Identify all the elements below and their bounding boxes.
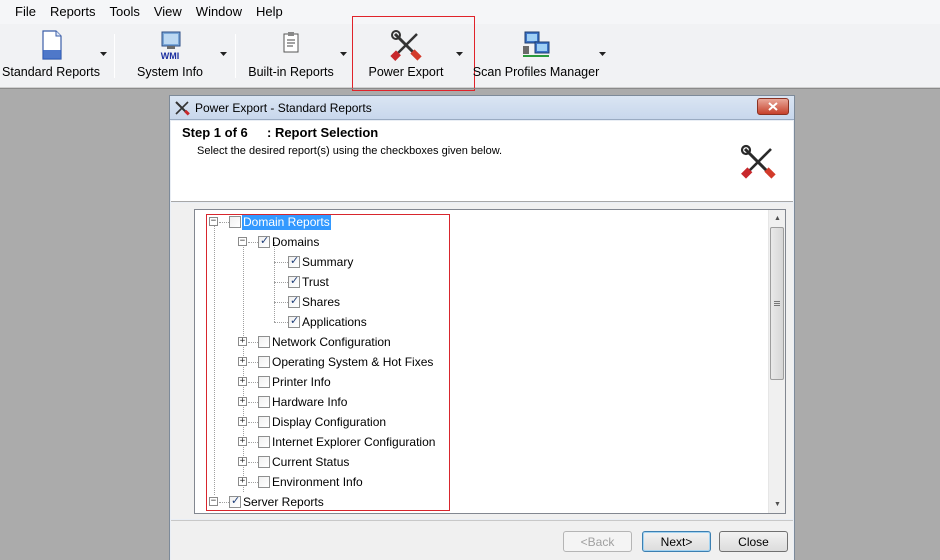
menu-window[interactable]: Window bbox=[189, 0, 249, 24]
workspace-border bbox=[0, 88, 940, 89]
scroll-up-arrow-icon[interactable]: ▲ bbox=[769, 210, 785, 227]
menu-tools[interactable]: Tools bbox=[102, 0, 146, 24]
step-indicator: Step 1 of 6 bbox=[182, 125, 248, 140]
dialog-title: Power Export - Standard Reports bbox=[195, 100, 372, 115]
document-icon bbox=[42, 30, 62, 60]
grip-icon bbox=[774, 301, 780, 306]
chevron-down-icon[interactable] bbox=[220, 52, 227, 57]
wmi-icon: WMI bbox=[161, 31, 181, 61]
back-button[interactable]: <Back bbox=[563, 531, 632, 552]
menu-help[interactable]: Help bbox=[249, 0, 290, 24]
chevron-down-icon[interactable] bbox=[100, 52, 107, 57]
scan-profiles-manager-button[interactable]: Scan Profiles Manager bbox=[472, 24, 600, 86]
scrollbar-thumb[interactable] bbox=[770, 227, 784, 380]
report-tree[interactable]: − Domain Reports − Domains Summary Trust… bbox=[194, 209, 786, 514]
built-in-reports-label: Built-in Reports bbox=[248, 65, 334, 79]
menu-file[interactable]: File bbox=[8, 0, 43, 24]
step-description: Select the desired report(s) using the c… bbox=[197, 145, 503, 157]
scroll-down-arrow-icon[interactable]: ▼ bbox=[769, 496, 785, 513]
wizard-header: Step 1 of 6 : Report Selection Select th… bbox=[171, 121, 793, 202]
wrench-screwdriver-icon bbox=[740, 144, 776, 179]
chevron-down-icon[interactable] bbox=[340, 52, 347, 57]
standard-reports-label: Standard Reports bbox=[2, 65, 100, 79]
power-export-highlight bbox=[352, 16, 475, 91]
system-info-button[interactable]: WMI System Info bbox=[131, 24, 209, 86]
toolbar: Standard Reports WMI System Info Built-i… bbox=[0, 16, 940, 91]
dialog-titlebar[interactable]: Power Export - Standard Reports bbox=[170, 96, 794, 120]
power-export-dialog: Power Export - Standard Reports Step 1 o… bbox=[169, 95, 795, 560]
menu-view[interactable]: View bbox=[147, 0, 189, 24]
tree-scrollbar[interactable]: ▲ ▼ bbox=[768, 210, 785, 513]
toolbar-separator bbox=[114, 34, 115, 78]
toolbar-separator bbox=[235, 34, 236, 78]
wizard-body: − Domain Reports − Domains Summary Trust… bbox=[171, 203, 793, 519]
close-icon bbox=[768, 102, 778, 111]
built-in-reports-button[interactable]: Built-in Reports bbox=[247, 24, 335, 86]
standard-reports-button[interactable]: Standard Reports bbox=[2, 24, 100, 86]
menu-reports[interactable]: Reports bbox=[43, 0, 103, 24]
next-button[interactable]: Next> bbox=[642, 531, 711, 552]
step-title: : Report Selection bbox=[267, 125, 379, 140]
wrench-screwdriver-icon bbox=[175, 100, 190, 116]
clipboard-report-icon bbox=[283, 32, 299, 53]
close-button[interactable]: Close bbox=[719, 531, 788, 552]
network-computers-icon bbox=[523, 31, 550, 57]
selection-highlight-box bbox=[206, 214, 450, 511]
wizard-footer: <Back Next> Close bbox=[171, 520, 793, 560]
dialog-close-button[interactable] bbox=[757, 98, 789, 115]
svg-text:WMI: WMI bbox=[161, 51, 180, 61]
chevron-down-icon[interactable] bbox=[599, 52, 606, 57]
system-info-label: System Info bbox=[137, 65, 203, 79]
scan-profiles-manager-label: Scan Profiles Manager bbox=[472, 65, 600, 79]
